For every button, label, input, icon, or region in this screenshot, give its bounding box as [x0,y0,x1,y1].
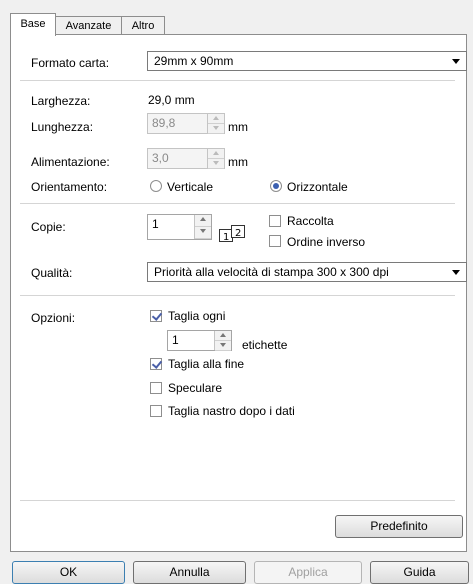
divider [20,203,455,204]
cut-every-checkbox[interactable] [150,310,162,322]
spin-up-icon[interactable] [208,114,224,124]
spin-up-icon[interactable] [208,149,224,159]
spin-buttons[interactable] [207,114,224,134]
spin-buttons[interactable] [194,215,211,239]
orientation-vertical-radio[interactable] [150,180,162,192]
labels-unit: etichette [242,338,288,352]
tab-altro[interactable]: Altro [121,16,165,34]
divider [20,295,455,296]
paper-format-value: 29mm x 90mm [154,54,234,68]
spin-down-icon[interactable] [215,341,231,351]
copies-stepper[interactable]: 1 [147,214,212,240]
cut-every-value: 1 [172,333,179,347]
cut-every-stepper[interactable]: 1 [167,330,232,351]
reverse-order-checkbox[interactable] [269,235,281,247]
paper-format-select[interactable]: 29mm x 90mm [147,51,467,71]
feed-value: 3,0 [152,151,169,165]
orientation-horizontal-radio[interactable] [270,180,282,192]
cut-at-end-label[interactable]: Taglia alla fine [168,357,244,371]
options-label: Opzioni: [31,311,76,325]
cut-tape-after-label[interactable]: Taglia nastro dopo i dati [168,404,295,418]
width-value: 29,0 mm [148,93,195,107]
chevron-down-icon [452,59,460,64]
cut-tape-after-checkbox[interactable] [150,405,162,417]
orientation-horizontal-label[interactable]: Orizzontale [287,180,348,194]
mirror-checkbox[interactable] [150,382,162,394]
orientation-vertical-label[interactable]: Verticale [167,180,213,194]
spin-down-icon[interactable] [195,227,211,239]
copies-label: Copie: [31,220,66,234]
mirror-label[interactable]: Speculare [168,381,222,395]
orientation-label: Orientamento: [31,180,108,194]
collate-icon: 1 2 [219,225,247,246]
tab-base[interactable]: Base [10,13,56,36]
spin-up-icon[interactable] [215,331,231,341]
collate-label[interactable]: Raccolta [287,214,334,228]
spin-up-icon[interactable] [195,215,211,227]
tab-avanzate[interactable]: Avanzate [55,16,122,34]
cut-at-end-checkbox[interactable] [150,358,162,370]
paper-format-label: Formato carta: [31,56,110,70]
ok-button[interactable]: OK [12,561,125,584]
chevron-down-icon [452,270,460,275]
length-label: Lunghezza: [31,120,94,134]
tab-panel-base [10,34,467,552]
quality-select[interactable]: Priorità alla velocità di stampa 300 x 3… [147,262,467,282]
spin-down-icon[interactable] [208,124,224,134]
svg-text:1: 1 [223,232,229,243]
cut-every-label[interactable]: Taglia ogni [168,309,225,323]
feed-label: Alimentazione: [31,155,110,169]
spin-buttons[interactable] [207,149,224,169]
spin-down-icon[interactable] [208,159,224,169]
length-stepper[interactable]: 89,8 [147,113,225,134]
length-unit: mm [228,120,248,134]
feed-stepper[interactable]: 3,0 [147,148,225,169]
apply-button[interactable]: Applica [254,561,362,584]
spin-buttons[interactable] [214,331,231,351]
svg-text:2: 2 [235,228,241,239]
help-button[interactable]: Guida [370,561,469,584]
collate-checkbox[interactable] [269,215,281,227]
quality-value: Priorità alla velocità di stampa 300 x 3… [154,265,389,279]
divider [20,80,455,81]
width-label: Larghezza: [31,94,91,108]
default-button[interactable]: Predefinito [335,515,463,538]
copies-value: 1 [152,217,159,231]
divider [20,500,455,501]
reverse-order-label[interactable]: Ordine inverso [287,235,365,249]
length-value: 89,8 [152,116,176,130]
feed-unit: mm [228,155,248,169]
quality-label: Qualità: [31,266,73,280]
cancel-button[interactable]: Annulla [133,561,246,584]
